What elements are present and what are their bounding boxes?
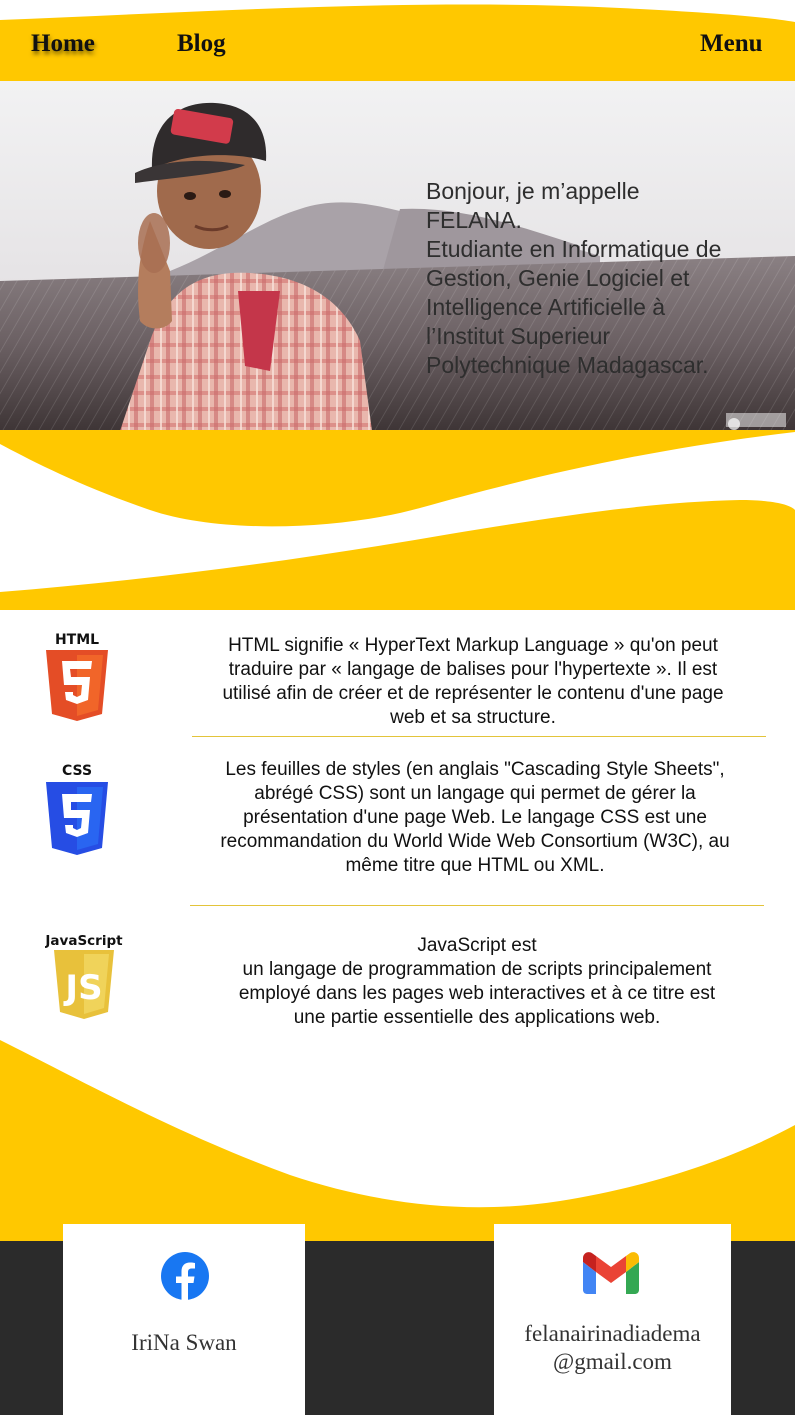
hero-intro-line: Etudiante en Informatique de xyxy=(426,236,722,262)
gmail-icon[interactable] xyxy=(583,1252,639,1294)
svg-text:CSS: CSS xyxy=(62,763,92,779)
html-description-line: utilisé afin de créer et de représenter … xyxy=(222,683,724,704)
html-description-line: web et sa structure. xyxy=(390,707,556,728)
css-description-line: recommandation du World Wide Web Consort… xyxy=(220,831,730,852)
nav-menu-link[interactable]: Menu xyxy=(700,30,763,58)
svg-text:HTML: HTML xyxy=(55,632,99,648)
hero-intro-line: Polytechnique Madagascar. xyxy=(426,352,709,378)
html-description: HTML signifie « HyperText Markup Languag… xyxy=(188,634,758,730)
wave-divider-top xyxy=(0,430,795,610)
nav-bar-background xyxy=(0,4,795,82)
nav-home-link[interactable]: Home xyxy=(31,30,95,58)
hero-intro-line: l’Institut Superieur xyxy=(426,323,611,349)
js-description-line: JavaScript est xyxy=(417,935,537,956)
gmail-address-line[interactable]: felanairinadiadema xyxy=(494,1320,731,1348)
gmail-card[interactable]: felanairinadiadema @gmail.com xyxy=(494,1224,731,1415)
css-description-line: même titre que HTML ou XML. xyxy=(345,855,605,876)
css-description-line: présentation d'une page Web. Le langage … xyxy=(243,807,707,828)
hero-intro-line: FELANA. xyxy=(426,207,522,233)
svg-text:JavaScript: JavaScript xyxy=(45,933,123,949)
hero-banner: Bonjour, je m’appelle FELANA. Etudiante … xyxy=(0,81,795,431)
css-description-line: Les feuilles de styles (en anglais "Casc… xyxy=(225,759,725,780)
js-description-line: employé dans les pages web interactives … xyxy=(238,983,716,1004)
html-description-line: HTML signifie « HyperText Markup Languag… xyxy=(228,635,718,656)
gmail-address[interactable]: felanairinadiadema @gmail.com xyxy=(494,1320,731,1376)
html5-icon: HTML xyxy=(46,632,108,721)
css3-icon: CSS xyxy=(46,763,108,855)
js-description: JavaScript est un langage de programmati… xyxy=(190,934,764,1030)
hero-intro-text: Bonjour, je m’appelle FELANA. Etudiante … xyxy=(426,177,771,380)
css-description: Les feuilles de styles (en anglais "Casc… xyxy=(188,758,762,878)
facebook-card[interactable]: IriNa Swan xyxy=(63,1224,305,1415)
facebook-name[interactable]: IriNa Swan xyxy=(63,1330,305,1356)
css-description-line: abrégé CSS) sont un langage qui permet d… xyxy=(254,783,696,804)
hero-intro-line: Intelligence Artificielle à xyxy=(426,294,666,320)
gmail-address-line[interactable]: @gmail.com xyxy=(494,1348,731,1376)
js-description-line: une partie essentielle des applications … xyxy=(293,1007,661,1028)
svg-text:JS: JS xyxy=(63,968,102,1008)
js-description-line: un langage de programmation de scripts p… xyxy=(242,959,712,980)
hero-intro-line: Gestion, Genie Logiciel et xyxy=(426,265,690,291)
wave-divider-bottom xyxy=(0,1040,795,1245)
facebook-icon[interactable] xyxy=(161,1252,209,1300)
html-description-line: traduire par « langage de balises pour l… xyxy=(228,659,718,680)
javascript-icon: JavaScript JS xyxy=(45,933,123,1019)
hero-intro-line: Bonjour, je m’appelle xyxy=(426,178,640,204)
separator-line xyxy=(190,905,764,906)
separator-line xyxy=(192,736,766,737)
nav-blog-link[interactable]: Blog xyxy=(177,30,226,58)
